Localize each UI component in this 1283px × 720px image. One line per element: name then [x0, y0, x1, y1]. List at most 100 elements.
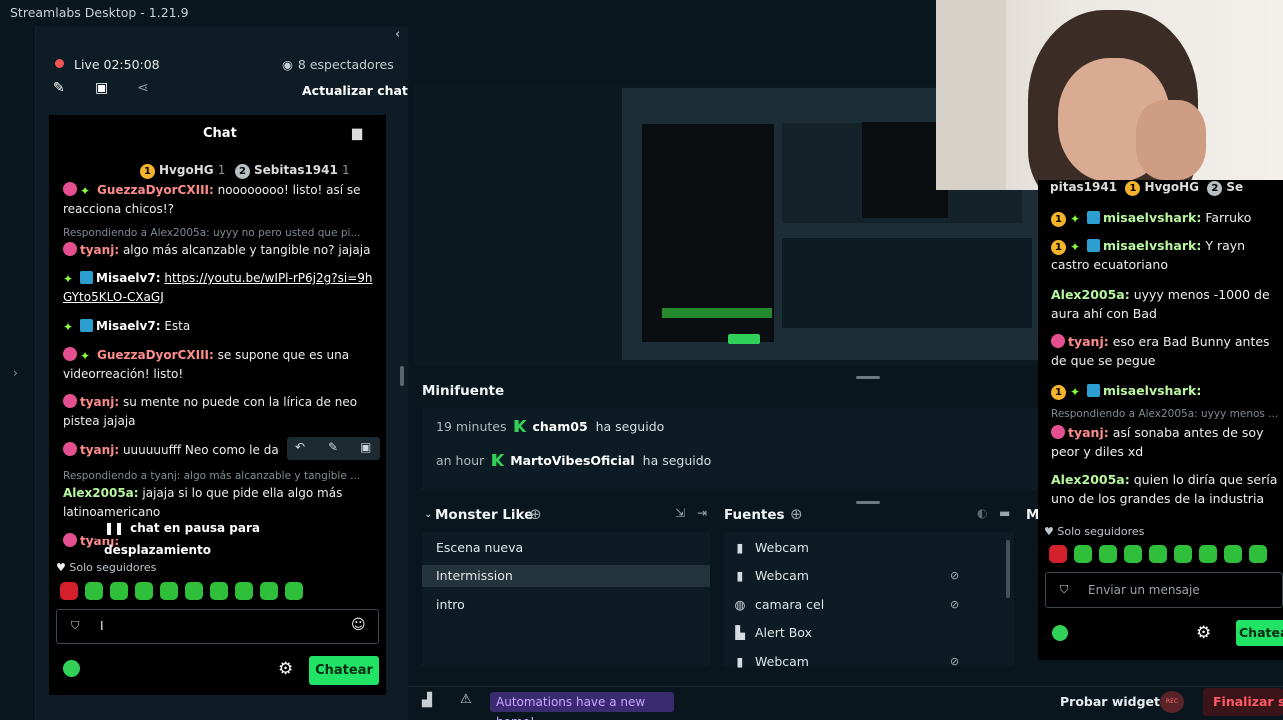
layout-icon[interactable]: ⇥	[697, 506, 707, 520]
emote-icon[interactable]	[260, 582, 278, 600]
viewer-count: ◉ 8 espectadores	[282, 57, 394, 72]
emote-icon[interactable]	[210, 582, 228, 600]
pause-icon: ❚❚	[104, 521, 125, 535]
add-source-icon[interactable]: ⊕	[790, 505, 803, 523]
overlay-followers-only: ♥ Solo seguidores	[1044, 525, 1145, 538]
overlay-message: tyanj: así sonaba antes de soy peor y di…	[1051, 425, 1264, 459]
emote-icon[interactable]	[85, 582, 103, 600]
delete-icon[interactable]: ▣	[360, 440, 371, 454]
chat-reply-context: Respondiendo a Alex2005a: uyyy no pero u…	[63, 227, 361, 239]
emote-icon[interactable]	[160, 582, 178, 600]
gear-icon[interactable]: ⚙	[1196, 623, 1211, 643]
folder-icon[interactable]: ▬	[999, 506, 1010, 520]
overlay-reply-context: Respondiendo a Alex2005a: uyyy menos ...	[1051, 408, 1279, 420]
chat-message: ✦ Misaelv7: https://youtu.be/wIPl-rP6j2g?…	[63, 271, 373, 304]
chat-reply-context: Respondiendo a tyanj: algo más alcanzabl…	[63, 470, 361, 482]
automations-banner[interactable]: Automations have a new home!	[490, 692, 674, 720]
scene-item[interactable]: Intermission	[436, 568, 513, 583]
overlay-chat-input[interactable]: ⛉ Enviar un mensaje	[1045, 572, 1283, 608]
emote-icon[interactable]	[185, 582, 203, 600]
emote-icon[interactable]	[60, 582, 78, 600]
end-stream-button[interactable]: Finalizar stre	[1203, 688, 1283, 716]
resize-handle[interactable]	[400, 366, 404, 386]
source-item[interactable]: ▙ Alert Box	[733, 625, 812, 640]
chat-paused-banner[interactable]: ❚❚ chat en pausa para desplazamiento	[94, 517, 342, 557]
hidden-eye-icon[interactable]: ⊘	[950, 569, 959, 582]
emote-icon[interactable]	[1074, 545, 1092, 563]
emote-icon[interactable]	[1049, 545, 1067, 563]
event-row: 19 minutes cham05 ha seguido	[436, 419, 665, 434]
pin-icon[interactable]: ✎	[328, 440, 338, 454]
rec-button[interactable]: REC	[1160, 691, 1184, 713]
stats-icon[interactable]: ▟	[422, 693, 432, 708]
eye-icon: ◉	[282, 57, 293, 72]
chat-input[interactable]: ⛉ I ☺	[56, 609, 379, 644]
emote-icon[interactable]	[1249, 545, 1267, 563]
source-item[interactable]: ▮ Webcam	[733, 654, 809, 669]
gift-icon[interactable]: ▣	[95, 80, 108, 96]
emote-icon[interactable]	[285, 582, 303, 600]
message-actions: ↶ ✎ ▣	[287, 437, 380, 460]
source-item[interactable]: ▮ Webcam	[733, 568, 809, 583]
emote-icon[interactable]	[1174, 545, 1192, 563]
chat-message: Alex2005a: jajaja si lo que pide ella al…	[63, 486, 343, 516]
alert-triangle-icon[interactable]: ⚠	[460, 692, 472, 707]
mic-icon[interactable]: ◐	[977, 506, 987, 520]
top-donor-2: 2 Sebitas1941 1	[235, 163, 350, 179]
drag-handle[interactable]	[856, 376, 880, 379]
drag-handle[interactable]	[856, 501, 880, 504]
alert-icon: ▙	[735, 625, 745, 640]
reply-icon[interactable]: ↶	[295, 440, 305, 454]
scrollbar[interactable]	[1006, 540, 1010, 598]
chat-message: tyanj: uuuuuufff Neo como le da	[63, 441, 293, 460]
edit-icon[interactable]: ✎	[53, 80, 65, 96]
gear-icon[interactable]: ⚙	[278, 659, 293, 679]
emote-icon[interactable]	[1199, 545, 1217, 563]
emote-icon[interactable]	[1224, 545, 1242, 563]
live-indicator-icon	[55, 59, 64, 68]
chevron-down-icon[interactable]: ⌄	[424, 509, 432, 520]
add-scene-icon[interactable]: ⊕	[529, 505, 542, 523]
overlay-emote-bar	[1049, 545, 1274, 563]
hidden-eye-icon[interactable]: ⊘	[950, 655, 959, 668]
overlay-send-chat-button[interactable]: Chatear	[1236, 620, 1283, 646]
gift-icon[interactable]: ▆	[352, 126, 362, 141]
sources-title: Fuentes	[724, 507, 785, 523]
emote-icon[interactable]	[235, 582, 253, 600]
emote-icon[interactable]	[1149, 545, 1167, 563]
live-timer: Live 02:50:08	[74, 57, 160, 72]
chat-message: tyanj: algo más alcanzable y tangible no…	[63, 241, 375, 260]
webcam-overlay	[936, 0, 1283, 190]
overlay-message: 1 ✦ misaelvshark: Y rayn castro ecuatorian…	[1051, 238, 1246, 272]
chevron-right-icon[interactable]: ›	[13, 366, 18, 380]
emote-icon[interactable]	[1099, 545, 1117, 563]
source-item[interactable]: ◍ camara cel	[733, 597, 825, 612]
overlay-message: Alex2005a: quien lo diría que sería uno …	[1051, 472, 1278, 506]
try-widgets-button[interactable]: Probar widgets	[1060, 694, 1167, 709]
update-chat-button[interactable]: Actualizar chat	[302, 83, 408, 98]
top-donor-1: 1 HvgoHG 1	[140, 163, 225, 179]
source-item[interactable]: ▮ Webcam	[733, 540, 809, 555]
emote-icon[interactable]	[1124, 545, 1142, 563]
hidden-eye-icon[interactable]: ⊘	[950, 598, 959, 611]
chat-message: ✦ Misaelv7: Esta	[63, 319, 191, 334]
send-chat-button[interactable]: Chatear	[309, 656, 379, 685]
event-row: an hour MartoVibesOficial ha seguido	[436, 453, 712, 468]
webcam-icon: ▮	[736, 654, 744, 669]
shield-icon: ⛉	[71, 619, 80, 632]
emote-icon[interactable]	[135, 582, 153, 600]
kick-icon	[492, 454, 505, 466]
scene-item[interactable]: intro	[436, 597, 465, 612]
overlay-message: 1 ✦ misaelvshark: Farruko	[1051, 208, 1283, 227]
left-sidebar	[0, 26, 36, 720]
emote-icon[interactable]	[110, 582, 128, 600]
share-icon[interactable]: ⋖	[137, 80, 149, 96]
overlay-top-donors: pitas1941 1 HvgoHG 2 Se	[1050, 180, 1244, 196]
chat-message: ✦ GuezzaDyorCXIII: se supone que es una v…	[63, 347, 350, 381]
heart-icon: ♥	[1044, 525, 1054, 538]
collapse-dock-icon[interactable]: ‹	[395, 27, 400, 42]
scene-item[interactable]: Escena nueva	[436, 540, 523, 555]
emoji-icon[interactable]: ☺	[351, 617, 366, 633]
scene-collection-title[interactable]: Monster Like	[435, 507, 533, 523]
transition-icon[interactable]: ⇲	[675, 506, 685, 520]
